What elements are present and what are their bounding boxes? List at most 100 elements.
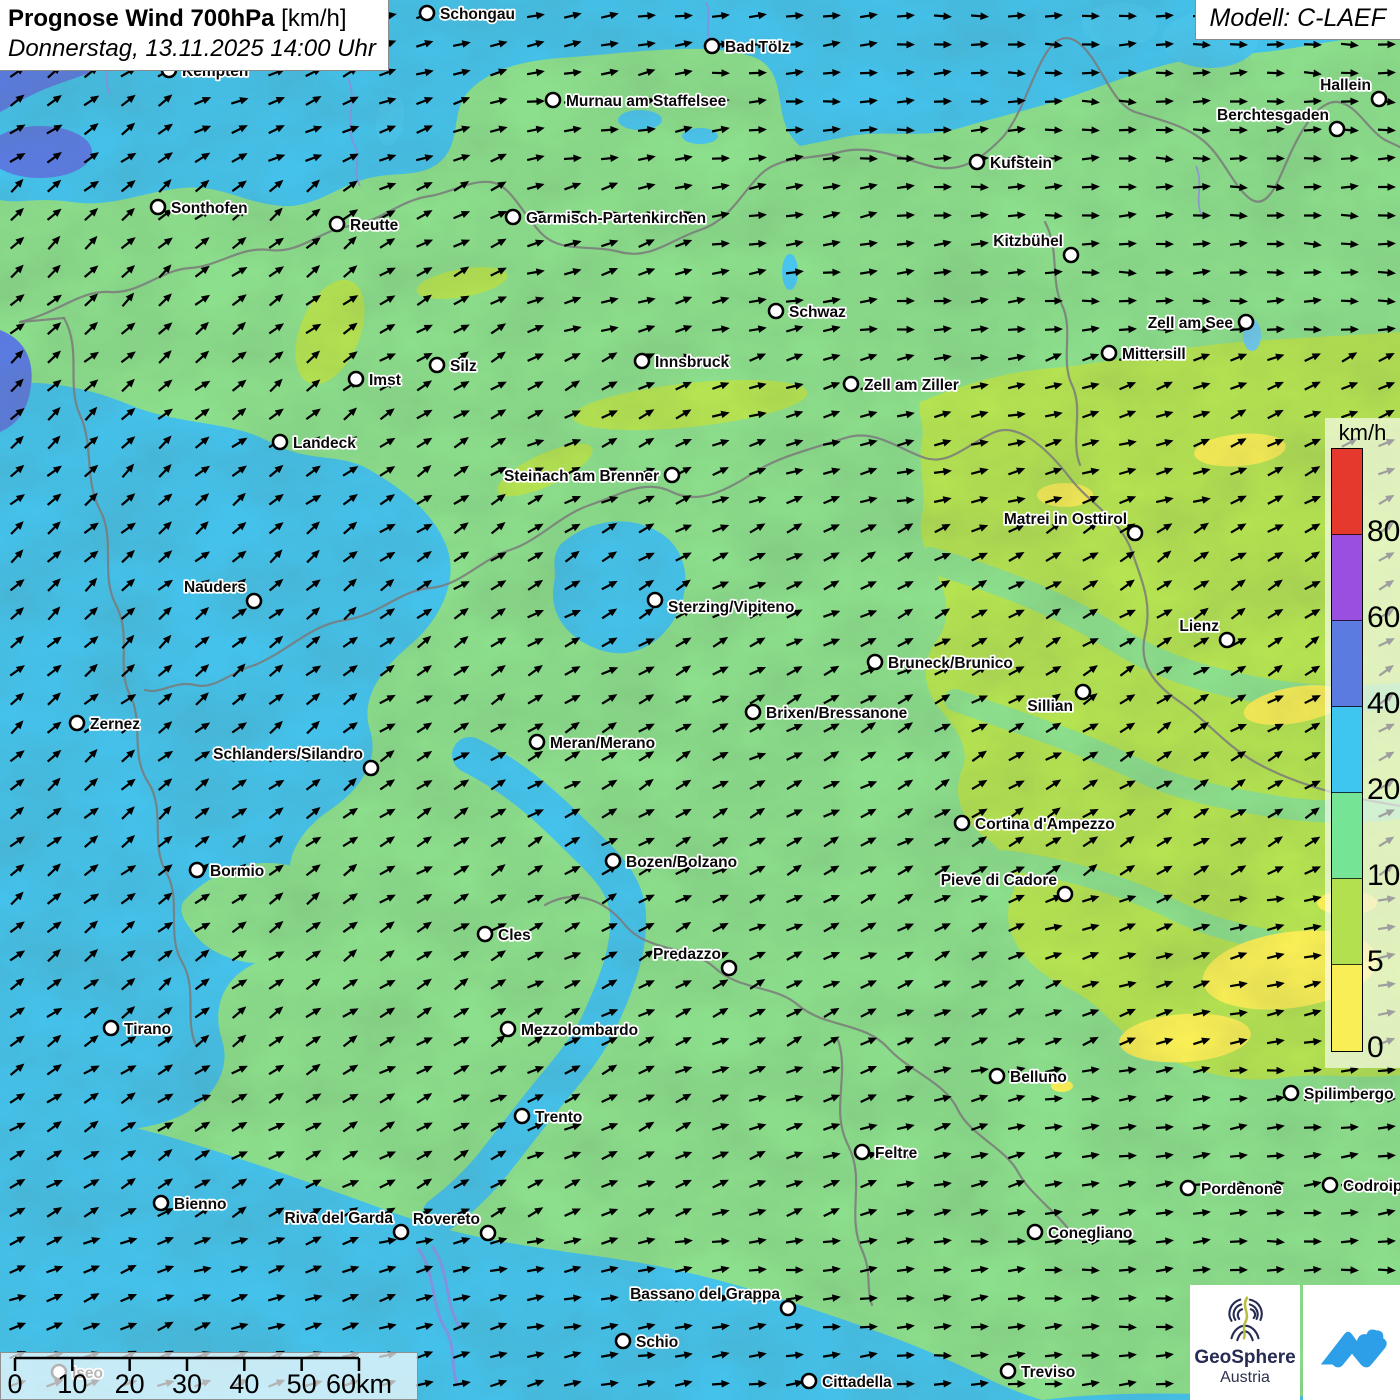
- city-marker: Cles: [478, 927, 531, 944]
- city-label: Rovereto: [413, 1211, 480, 1228]
- city-label: Bormio: [210, 863, 264, 880]
- city-label: Sonthofen: [171, 200, 248, 217]
- city-label: Cles: [498, 927, 531, 944]
- legend-tick-label: 80: [1367, 517, 1400, 547]
- model-label: Modell: C-LAEF: [1210, 4, 1386, 32]
- city-label: Cortina d'Ampezzo: [975, 816, 1115, 833]
- city-label: Zell am Ziller: [864, 377, 959, 394]
- city-label: Sillian: [1027, 698, 1073, 715]
- title-text: Prognose Wind 700hPa: [8, 5, 275, 32]
- city-marker: Brixen/Bressanone: [746, 705, 908, 722]
- city-marker: Imst: [349, 372, 401, 389]
- city-label: Codroipo: [1343, 1178, 1400, 1195]
- city-label: Treviso: [1021, 1364, 1075, 1381]
- legend-segment: [1332, 965, 1362, 1051]
- legend-tick-label: 5: [1367, 947, 1384, 977]
- geosphere-logo-box: GeoSphere Austria: [1190, 1285, 1300, 1400]
- legend-tick-label: 40: [1367, 689, 1400, 719]
- city-label: Brixen/Bressanone: [766, 705, 908, 722]
- geosphere-country: Austria: [1190, 1369, 1300, 1387]
- city-label: Schlanders/Silandro: [213, 746, 363, 763]
- city-label: Silz: [450, 358, 477, 375]
- city-marker: Zernez: [70, 716, 140, 733]
- city-label: Bienno: [174, 1196, 227, 1213]
- legend-title: km/h: [1325, 420, 1400, 446]
- partner-logo-box: [1303, 1285, 1400, 1400]
- legend-segment: [1332, 535, 1362, 621]
- city-marker: Schio: [616, 1334, 678, 1351]
- city-label: Lienz: [1179, 618, 1219, 635]
- city-label: Pieve di Cadore: [941, 872, 1058, 889]
- scale-tick-label: 0: [7, 1371, 22, 1398]
- geosphere-contours-icon: [1218, 1289, 1272, 1345]
- city-marker: Trento: [515, 1109, 582, 1126]
- city-label: Tirano: [124, 1021, 171, 1038]
- city-label: Schongau: [440, 6, 515, 23]
- city-label: Zernez: [90, 716, 140, 733]
- city-marker: Mezzolombardo: [501, 1022, 638, 1039]
- weather-map: SchongauBad TölzKemptenMurnau am Staffel…: [0, 0, 1400, 1400]
- legend-segment: [1332, 621, 1362, 707]
- city-marker: Feltre: [855, 1145, 918, 1162]
- city-marker: Bruneck/Brunico: [868, 655, 1013, 672]
- city-label: Conegliano: [1048, 1225, 1132, 1242]
- city-label: Innsbruck: [655, 354, 729, 371]
- legend-segment: [1332, 707, 1362, 793]
- city-label: Cittadella: [822, 1374, 892, 1391]
- city-label: Trento: [535, 1109, 582, 1126]
- city-label: Imst: [369, 372, 401, 389]
- city-marker: Garmisch-Partenkirchen: [506, 210, 706, 227]
- city-label: Murnau am Staffelsee: [566, 93, 727, 110]
- city-marker: Murnau am Staffelsee: [546, 93, 727, 110]
- legend-color-bar: [1331, 448, 1363, 1052]
- city-label: Mezzolombardo: [521, 1022, 638, 1039]
- city-label: Bad Tölz: [725, 39, 790, 56]
- city-label: Berchtesgaden: [1217, 107, 1329, 124]
- city-label: Hallein: [1320, 77, 1371, 94]
- scale-bar: 0102030405060km: [0, 1352, 418, 1400]
- legend-tick-label: 20: [1367, 775, 1400, 805]
- legend-segment: [1332, 449, 1362, 535]
- city-label: Belluno: [1010, 1069, 1067, 1086]
- scale-tick-label: 60km: [326, 1371, 392, 1398]
- city-label: Pordenone: [1201, 1181, 1282, 1198]
- forecast-datetime: Donnerstag, 13.11.2025 14:00 Uhr: [8, 35, 376, 63]
- map-canvas: SchongauBad TölzKemptenMurnau am Staffel…: [0, 0, 1400, 1400]
- city-marker: Reutte: [330, 217, 399, 234]
- title-box: Prognose Wind 700hPa [km/h] Donnerstag, …: [0, 0, 389, 71]
- city-label: Kufstein: [990, 155, 1052, 172]
- legend-segment: [1332, 793, 1362, 879]
- legend-tick-label: 60: [1367, 603, 1400, 633]
- city-label: Nauders: [184, 579, 246, 596]
- scale-tick-label: 40: [229, 1371, 259, 1398]
- city-label: Matrei in Osttirol: [1004, 511, 1127, 528]
- city-label: Riva del Garda: [284, 1210, 393, 1227]
- legend: km/h 806040201050: [1325, 418, 1400, 1068]
- city-label: Spilimbergo: [1304, 1086, 1394, 1103]
- city-label: Steinach am Brenner: [504, 468, 659, 485]
- model-box: Modell: C-LAEF: [1195, 0, 1400, 40]
- city-label: Zell am See: [1148, 315, 1234, 332]
- city-label: Schio: [636, 1334, 678, 1351]
- city-label: Garmisch-Partenkirchen: [526, 210, 706, 227]
- legend-segment: [1332, 879, 1362, 965]
- city-marker: Cortina d'Ampezzo: [955, 816, 1115, 833]
- city-marker: Tirano: [104, 1021, 171, 1038]
- city-label: Bozen/Bolzano: [626, 854, 737, 871]
- city-label: Schwaz: [789, 304, 846, 321]
- city-label: Kitzbühel: [993, 233, 1063, 250]
- scale-tick-label: 50: [287, 1371, 317, 1398]
- city-label: Predazzo: [653, 946, 721, 963]
- city-marker: Bozen/Bolzano: [606, 854, 737, 871]
- mountain-cloud-icon: [1313, 1304, 1391, 1382]
- city-label: Bassano del Grappa: [630, 1286, 780, 1303]
- geosphere-name: GeoSphere: [1190, 1348, 1300, 1369]
- legend-tick-label: 0: [1367, 1033, 1384, 1063]
- page-title: Prognose Wind 700hPa [km/h]: [8, 5, 376, 33]
- city-label: Reutte: [350, 217, 399, 234]
- city-label: Sterzing/Vipiteno: [668, 599, 794, 616]
- scale-tick-label: 10: [57, 1371, 87, 1398]
- city-label: Feltre: [875, 1145, 918, 1162]
- scale-tick-label: 30: [172, 1371, 202, 1398]
- city-label: Bruneck/Brunico: [888, 655, 1013, 672]
